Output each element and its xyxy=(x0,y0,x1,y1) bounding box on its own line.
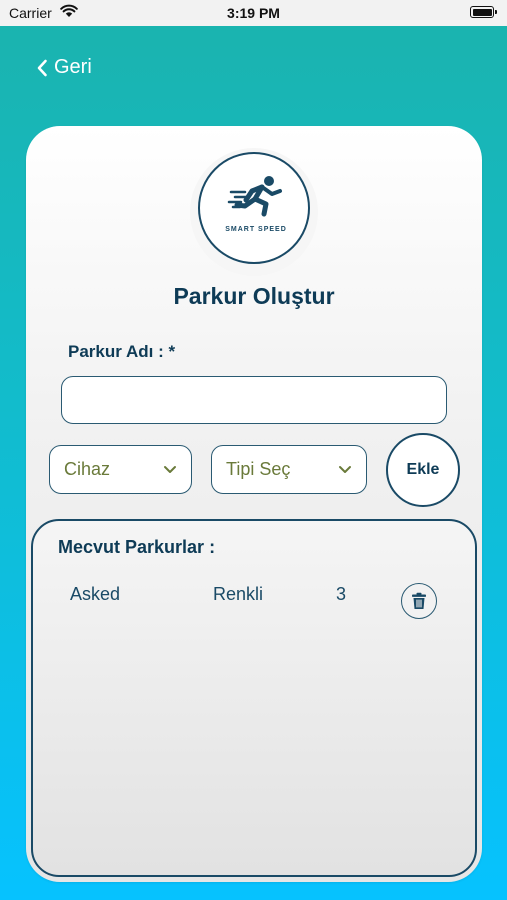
clock: 3:19 PM xyxy=(227,5,280,21)
back-label: Geri xyxy=(54,56,92,78)
course-name-input[interactable] xyxy=(61,376,447,424)
course-name-label: Parkur Adı : * xyxy=(68,342,176,361)
course-type: Renkli xyxy=(213,584,264,604)
runner-icon xyxy=(227,176,282,217)
course-count: 3 xyxy=(336,584,347,604)
add-button[interactable]: Ekle xyxy=(386,433,460,507)
status-bar: Carrier 3:19 PM xyxy=(0,0,507,26)
type-dropdown[interactable]: Tipi Seç xyxy=(211,445,367,494)
back-button[interactable]: Geri xyxy=(36,56,92,79)
device-dropdown-label: Cihaz xyxy=(64,459,111,479)
delete-course-button[interactable] xyxy=(401,583,437,619)
type-dropdown-label: Tipi Seç xyxy=(226,459,291,479)
existing-courses-title: Mecvut Parkurlar : xyxy=(58,537,216,557)
chevron-down-icon xyxy=(339,465,351,473)
logo-text: SMART SPEED xyxy=(225,226,287,233)
chevron-down-icon xyxy=(164,465,176,473)
device-dropdown[interactable]: Cihaz xyxy=(49,445,192,494)
page-title: Parkur Oluştur xyxy=(173,283,335,309)
trash-icon xyxy=(412,592,426,609)
chevron-left-icon xyxy=(37,59,47,76)
smart-speed-logo: SMART SPEED xyxy=(198,152,310,264)
existing-courses-panel xyxy=(31,519,477,877)
battery-icon xyxy=(470,6,497,18)
course-name: Asked xyxy=(70,584,121,604)
